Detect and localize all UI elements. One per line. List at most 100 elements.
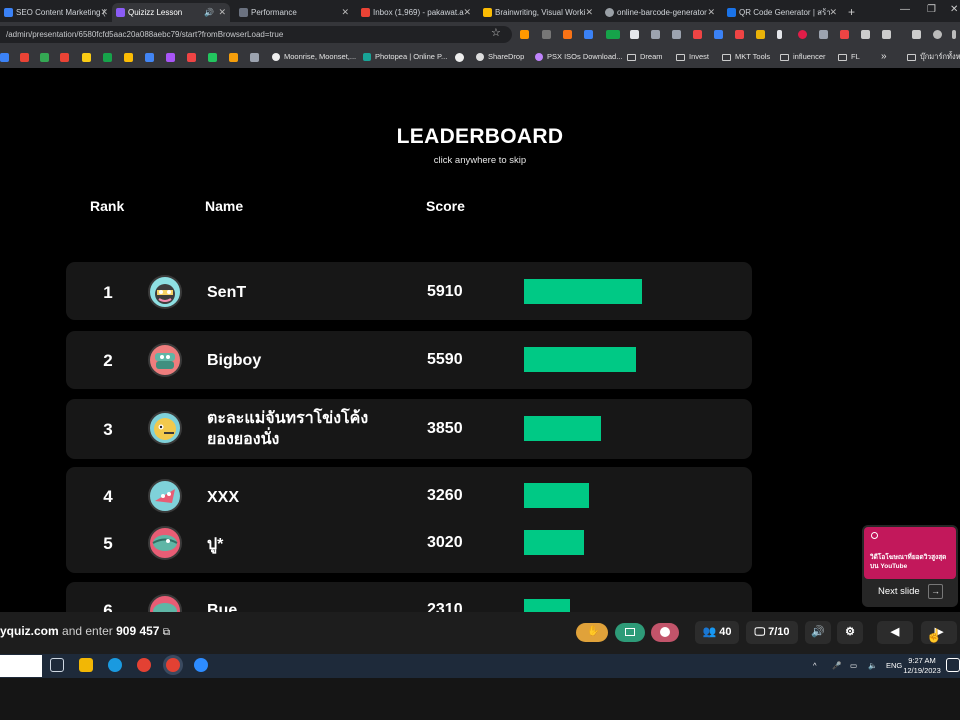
edge-icon[interactable] [108, 658, 122, 672]
chrome-icon[interactable] [137, 658, 151, 672]
bookmark-sharedrop[interactable]: ShareDrop [476, 46, 524, 68]
extension-icon[interactable] [861, 30, 870, 39]
reactions-button[interactable] [651, 623, 679, 642]
extension-icon[interactable] [630, 30, 639, 39]
browser-tab[interactable]: SEO Content Marketing ( ✕ [0, 3, 112, 22]
next-slide-popup[interactable]: วิดีโอโฆษณาที่ยอดวิวสูงสุดบน YouTube Nex… [862, 525, 958, 607]
file-explorer-icon[interactable] [79, 658, 93, 672]
browser-tab[interactable]: online-barcode-generator ✕ [601, 3, 719, 22]
player-name: Bigboy [207, 352, 262, 369]
bookmark-icon[interactable] [124, 53, 133, 62]
bookmark-icon[interactable] [187, 53, 196, 62]
extension-icon[interactable] [840, 30, 849, 39]
bookmark-folder-mkt-tools[interactable]: MKT Tools [722, 46, 770, 68]
windows-taskbar: ^ 🎤 ▭ 🔈 ENG 9:27 AM 12/19/2023 [0, 654, 960, 678]
extension-icon[interactable] [584, 30, 593, 39]
browser-tab[interactable]: Brainwriting, Visual Worki ✕ [479, 3, 597, 22]
bookmark-icon[interactable] [229, 53, 238, 62]
bookmarks-overflow-icon[interactable]: » [881, 46, 887, 68]
taskbar-search-box[interactable] [0, 655, 42, 677]
extension-icon[interactable] [651, 30, 660, 39]
settings-button[interactable]: ⚙ [837, 621, 863, 644]
tab-close-icon[interactable]: ✕ [463, 3, 471, 22]
join-instructions: yquiz.com and enter 909 457 ⧉ [0, 624, 170, 638]
extensions-puzzle-icon[interactable] [882, 30, 891, 39]
volume-icon[interactable]: 🔈 [868, 654, 877, 678]
bookmark-icon[interactable] [40, 53, 49, 62]
notifications-icon[interactable] [946, 658, 960, 672]
bookmark-icon[interactable] [145, 53, 154, 62]
participants-button[interactable]: 👥 40 [695, 621, 739, 644]
hand-raise-button[interactable]: ✋ [576, 623, 608, 642]
network-icon[interactable]: ▭ [850, 654, 857, 678]
tab-close-icon[interactable]: ✕ [100, 3, 108, 22]
url-field[interactable]: /admin/presentation/6580fcfd5aac20a088ae… [0, 26, 512, 43]
minimize-icon[interactable]: — [900, 4, 910, 15]
tab-close-icon[interactable]: ✕ [341, 3, 349, 22]
bookmark-star-icon[interactable]: ☆ [491, 26, 501, 39]
language-indicator[interactable]: ENG [886, 654, 902, 678]
tab-favicon-icon [4, 8, 13, 17]
extension-icon[interactable] [563, 30, 572, 39]
bookmark-folder-fl[interactable]: FL [838, 46, 860, 68]
bookmark-folder-all[interactable]: บุ๊กมาร์กทั้งหม [907, 46, 960, 68]
browser-tab[interactable]: Performance ✕ [235, 3, 353, 22]
chrome-active-icon[interactable] [166, 658, 180, 672]
browser-tab[interactable]: Inbox (1,969) - pakawat.a ✕ [357, 3, 475, 22]
extension-icon[interactable] [735, 30, 744, 39]
close-window-icon[interactable]: ✕ [950, 4, 958, 15]
copy-icon[interactable]: ⧉ [163, 627, 170, 638]
menu-dots-icon[interactable] [952, 30, 956, 39]
pinterest-icon[interactable] [798, 30, 807, 39]
bookmark-icon[interactable] [103, 53, 112, 62]
browser-tab[interactable]: QR Code Generator | สร้า ✕ [723, 3, 841, 22]
tab-close-icon[interactable]: ✕ [829, 3, 837, 22]
restore-icon[interactable]: ❐ [927, 4, 936, 15]
task-view-icon[interactable] [50, 658, 64, 672]
microphone-icon[interactable]: 🎤 [832, 654, 841, 678]
extension-icon[interactable] [756, 30, 765, 39]
tab-favicon-icon [605, 8, 614, 17]
extension-icon[interactable] [714, 30, 723, 39]
tab-audio-icon[interactable]: 🔊 [204, 3, 214, 22]
bookmark-folder-invest[interactable]: Invest [676, 46, 709, 68]
bookmark-icon[interactable] [20, 53, 29, 62]
amazon-extension-icon[interactable] [520, 30, 529, 39]
bookmark-icon[interactable] [166, 53, 175, 62]
bookmark-photopea[interactable]: Photopea | Online P... [363, 46, 447, 68]
bookmark-icon[interactable] [60, 53, 69, 62]
extension-icon[interactable] [819, 30, 828, 39]
browser-tab-active[interactable]: Quizizz Lesson 🔊 ✕ [112, 3, 230, 22]
bookmark-icon[interactable] [208, 53, 217, 62]
tab-close-icon[interactable]: ✕ [585, 3, 593, 22]
profile-avatar-icon[interactable] [933, 30, 942, 39]
extension-icon[interactable] [542, 30, 551, 39]
whiteboard-button[interactable] [615, 623, 645, 642]
bookmark-moonrise[interactable]: Moonrise, Moonset,... [272, 46, 356, 68]
volume-button[interactable]: 🔊 [805, 621, 831, 644]
bookmark-icon[interactable] [455, 53, 464, 62]
tab-close-icon[interactable]: ✕ [707, 3, 715, 22]
bookmark-psx-isos[interactable]: PSX ISOs Download... [535, 46, 622, 68]
sharedrop-icon [476, 53, 484, 62]
new-tab-plus-icon[interactable]: + [848, 3, 855, 21]
extension-icon[interactable] [672, 30, 681, 39]
bookmark-folder-influencer[interactable]: influencer [780, 46, 826, 68]
taskbar-clock[interactable]: 9:27 AM 12/19/2023 [902, 656, 942, 676]
bookmark-icon[interactable] [250, 53, 259, 62]
bookmark-folder-dream[interactable]: Dream [627, 46, 663, 68]
sidebar-icon[interactable] [912, 30, 921, 39]
hand-icon: ✋ [587, 626, 600, 637]
tab-close-icon[interactable]: ✕ [218, 3, 226, 22]
zoom-icon[interactable] [194, 658, 208, 672]
extension-icon[interactable] [606, 30, 620, 39]
next-slide-preview[interactable]: วิดีโอโฆษณาที่ยอดวิวสูงสุดบน YouTube [864, 527, 956, 579]
chevron-up-icon[interactable]: ^ [813, 654, 817, 678]
extension-icon[interactable] [777, 30, 782, 39]
previous-slide-button[interactable]: ◀ [877, 621, 913, 644]
bookmark-icon[interactable] [82, 53, 91, 62]
extension-icon[interactable] [693, 30, 702, 39]
slide-navigator-button[interactable]: 🖵 7/10 [746, 621, 798, 644]
arrow-right-icon[interactable]: → [928, 584, 943, 599]
bookmark-icon[interactable] [0, 53, 9, 62]
